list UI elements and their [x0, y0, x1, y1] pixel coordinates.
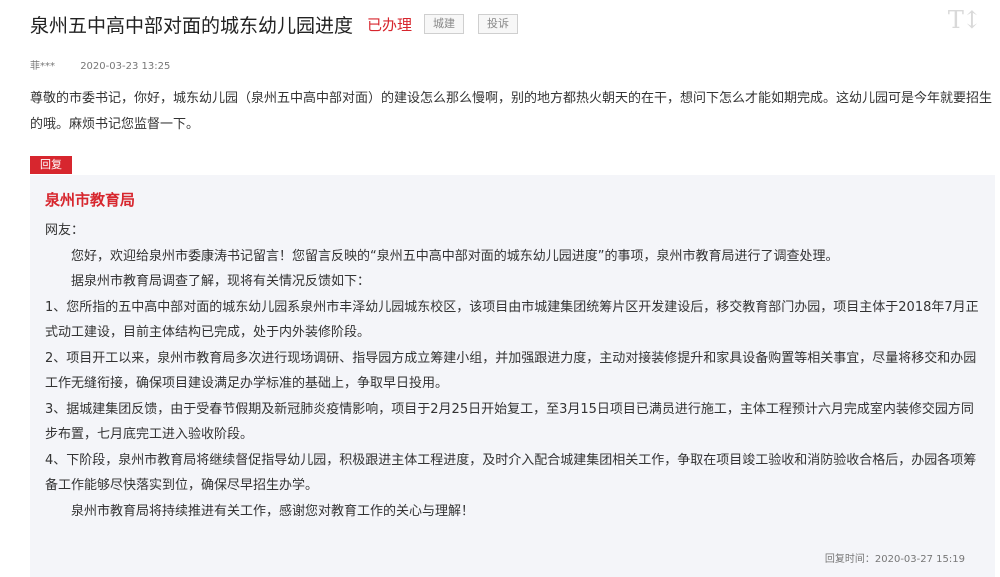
page-title: 泉州五中高中部对面的城东幼儿园进度 — [30, 14, 354, 37]
reply-time: 回复时间：2020-03-27 15:19 — [824, 554, 965, 565]
reply-body: 网友： 您好，欢迎给泉州市委康涛书记留言！您留言反映的“泉州五中高中部对面的城东… — [45, 218, 985, 524]
reply-box: 泉州市教育局 网友： 您好，欢迎给泉州市委康涛书记留言！您留言反映的“泉州五中高… — [30, 175, 995, 577]
tag-urban-construction[interactable]: 城建 — [424, 14, 465, 34]
reply-paragraph: 您好，欢迎给泉州市委康涛书记留言！您留言反映的“泉州五中高中部对面的城东幼儿园进… — [71, 248, 839, 264]
reply-paragraph: 4、下阶段，泉州市教育局将继续督促指导幼儿园，积极跟进主体工程进度，及时介入配合… — [45, 452, 977, 494]
status-badge: 已办理 — [367, 15, 413, 34]
post-time: 2020-03-23 13:25 — [80, 61, 171, 72]
reply-paragraph: 3、据城建集团反馈，由于受春节假期及新冠肺炎疫情影响，项目于2月25日开始复工，… — [45, 401, 974, 443]
author-name: 菲*** — [30, 61, 55, 72]
reply-paragraph: 1、您所指的五中高中部对面的城东幼儿园系泉州市丰泽幼儿园城东校区，该项目由市城建… — [45, 299, 979, 341]
reply-label: 回复 — [30, 156, 72, 174]
font-size-toggle-label: T↕ — [947, 6, 982, 34]
reply-organization: 泉州市教育局 — [45, 191, 136, 209]
post-meta: 菲*** 2020-03-23 13:25 — [30, 57, 170, 72]
page: 泉州五中高中部对面的城东幼儿园进度 已办理 城建 投诉 T↕ 菲*** 2020… — [0, 0, 1000, 577]
reply-paragraph: 据泉州市教育局调查了解，现将有关情况反馈如下： — [71, 274, 371, 289]
tag-complaint[interactable]: 投诉 — [478, 14, 519, 34]
reply-greeting: 网友： — [45, 223, 85, 238]
title-row: 泉州五中高中部对面的城东幼儿园进度 已办理 城建 投诉 — [30, 10, 519, 38]
message-body: 尊敬的市委书记，你好，城东幼儿园（泉州五中高中部对面）的建设怎么那么慢啊，别的地… — [30, 91, 993, 132]
reply-closing: 泉州市教育局将持续推进有关工作，感谢您对教育工作的关心与理解！ — [71, 503, 475, 519]
reply-paragraph: 2、项目开工以来，泉州市教育局多次进行现场调研、指导园方成立筹建小组，并加强跟进… — [45, 350, 977, 392]
font-size-toggle-icon[interactable]: T↕ — [947, 6, 982, 34]
